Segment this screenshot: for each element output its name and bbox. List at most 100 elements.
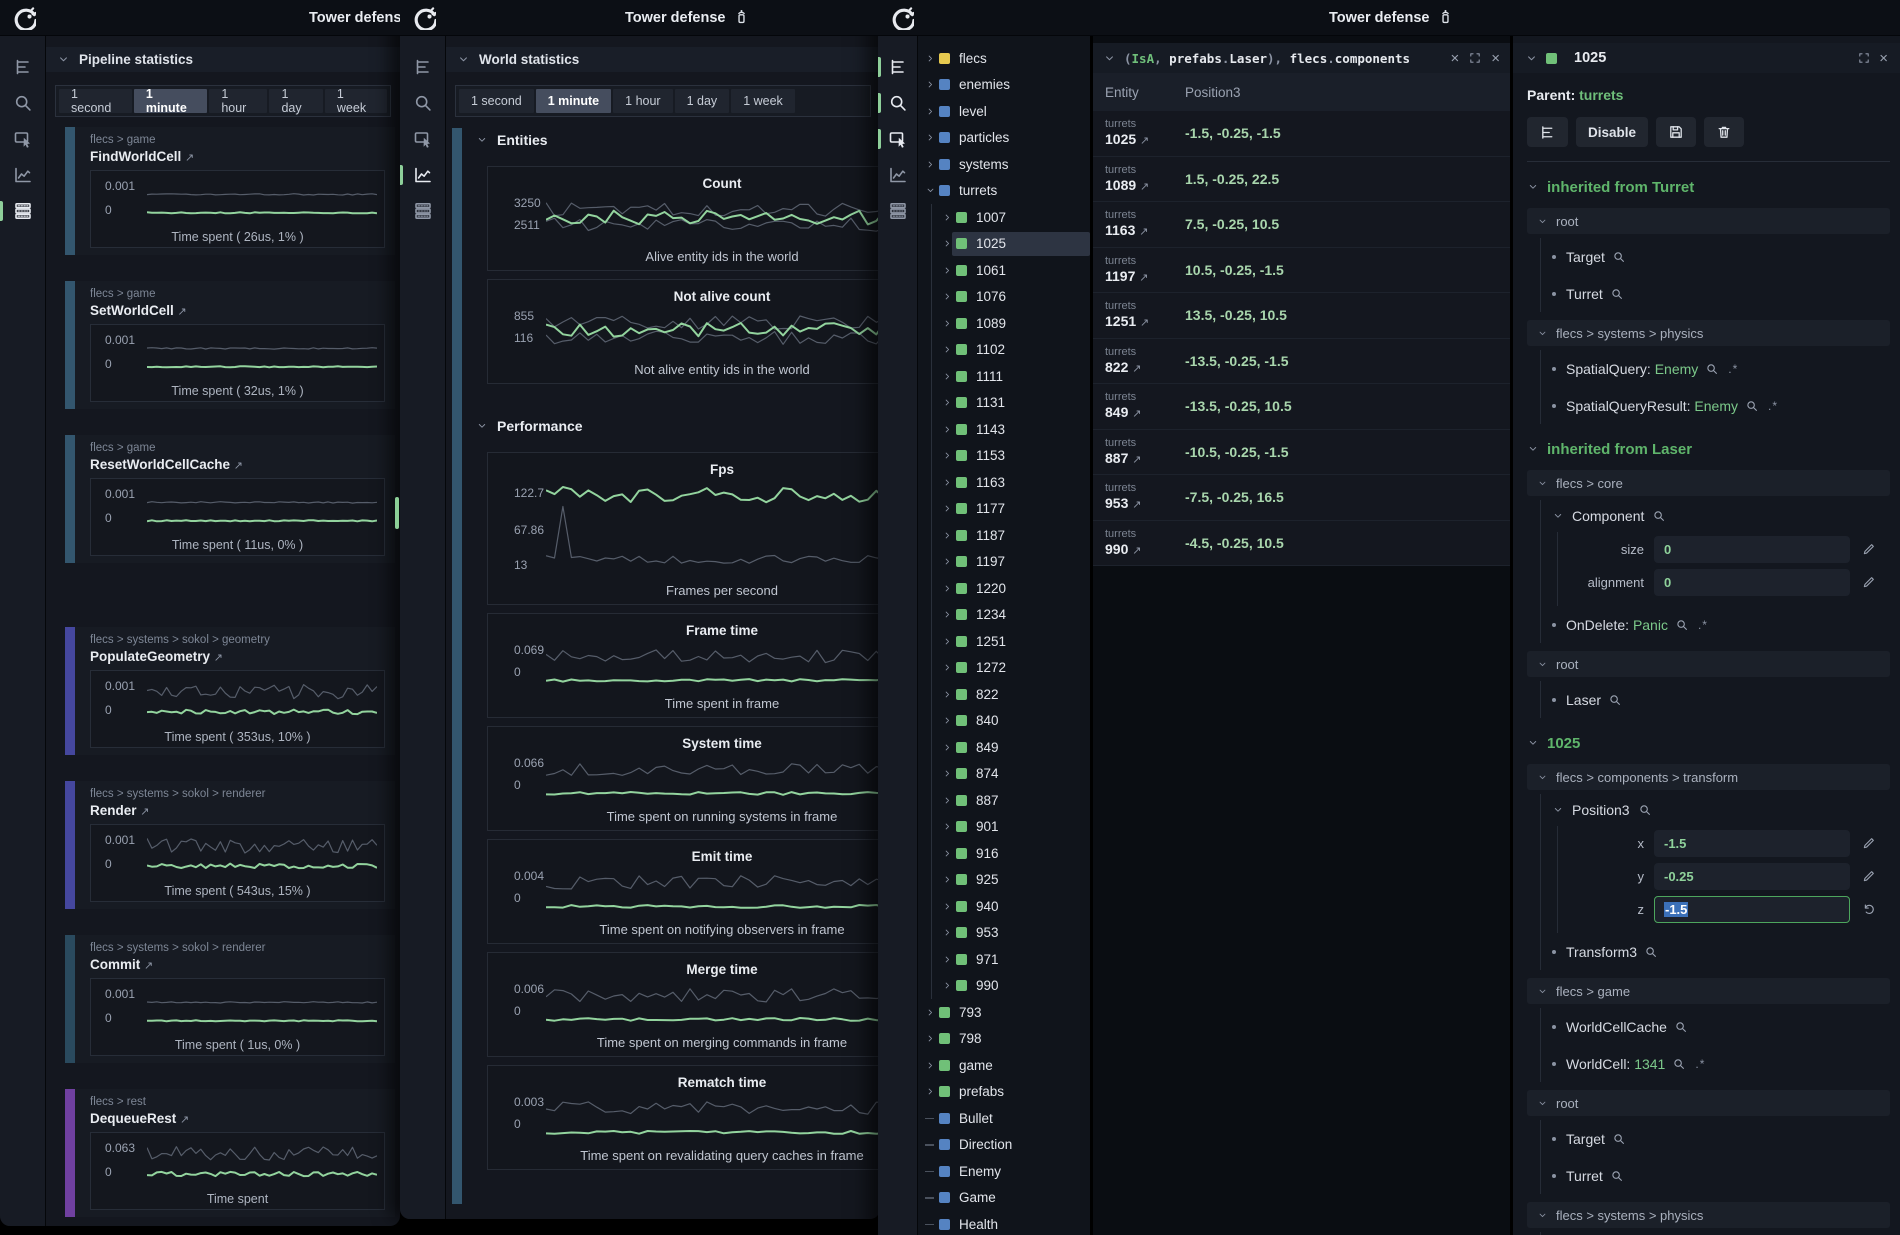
sidebar-search-button[interactable] — [878, 90, 917, 116]
field-input[interactable]: 0 — [1654, 536, 1850, 563]
external-link-icon[interactable]: ↗ — [1140, 181, 1149, 193]
external-link-icon[interactable]: ↗ — [144, 960, 153, 972]
fullscreen-icon[interactable] — [1857, 51, 1871, 65]
sidebar-chart-button[interactable] — [400, 162, 445, 188]
sidebar-outliner-button[interactable] — [0, 54, 45, 80]
close-icon[interactable]: × — [1879, 51, 1888, 66]
group-heading[interactable]: 1025 — [1527, 730, 1890, 756]
tree-item-822[interactable]: 822 — [918, 681, 1090, 708]
tree-item-793[interactable]: 793 — [918, 999, 1090, 1026]
tree-item-1163[interactable]: 1163 — [918, 469, 1090, 496]
component-section[interactable]: flecs > game — [1527, 978, 1890, 1004]
query-expression[interactable]: (IsA, prefabs.Laser), flecs.components — [1124, 51, 1442, 66]
tree-item-turrets[interactable]: turrets — [918, 178, 1090, 205]
tree-item-game[interactable]: game — [918, 1052, 1090, 1079]
tree-item-Enemy[interactable]: Enemy — [918, 1158, 1090, 1185]
tree-view-button[interactable] — [1527, 117, 1568, 147]
field-input[interactable]: 0 — [1654, 569, 1850, 596]
tree-item-1234[interactable]: 1234 — [918, 602, 1090, 629]
external-link-icon[interactable]: ↗ — [1139, 272, 1148, 284]
external-link-icon[interactable]: ↗ — [178, 306, 187, 318]
undo-icon[interactable] — [1862, 902, 1876, 916]
pair-WorldCell[interactable]: WorldCell: 1341.* — [1552, 1045, 1890, 1082]
stat-title[interactable]: PopulateGeometry ↗ — [90, 649, 385, 664]
entity-id[interactable]: 822 ↗ — [1105, 359, 1185, 376]
tree-item-1089[interactable]: 1089 — [918, 310, 1090, 337]
external-link-icon[interactable]: ↗ — [1132, 408, 1141, 420]
external-link-icon[interactable]: ↗ — [1132, 545, 1141, 557]
tree-item-840[interactable]: 840 — [918, 708, 1090, 735]
query-row-1251[interactable]: turrets1251 ↗13.5, -0.25, 10.5 — [1093, 293, 1510, 339]
tree-item-916[interactable]: 916 — [918, 840, 1090, 867]
external-link-icon[interactable]: ↗ — [1132, 499, 1141, 511]
query-row-887[interactable]: turrets887 ↗-10.5, -0.25, -1.5 — [1093, 430, 1510, 476]
tree-item-Health[interactable]: Health — [918, 1211, 1090, 1235]
component-header[interactable]: Position3 — [1552, 794, 1890, 826]
sidebar-outliner-button[interactable] — [878, 54, 917, 80]
clear-query-icon[interactable]: × — [1450, 51, 1459, 66]
tree-item-level[interactable]: level — [918, 98, 1090, 125]
query-row-1197[interactable]: turrets1197 ↗10.5, -0.25, -1.5 — [1093, 248, 1510, 294]
tree-item-798[interactable]: 798 — [918, 1026, 1090, 1053]
field-input[interactable]: -1.5 — [1654, 896, 1850, 923]
sidebar-search-button[interactable] — [0, 90, 45, 116]
query-row-953[interactable]: turrets953 ↗-7.5, -0.25, 16.5 — [1093, 475, 1510, 521]
tree-item-1187[interactable]: 1187 — [918, 522, 1090, 549]
delete-button[interactable] — [1704, 117, 1744, 147]
group-heading[interactable]: inherited from Turret — [1527, 174, 1890, 200]
tag-Turret[interactable]: Turret — [1552, 275, 1890, 312]
tree-item-Game[interactable]: Game — [918, 1185, 1090, 1212]
time-button-1-minute[interactable]: 1 minute — [536, 89, 611, 113]
component-header[interactable]: Component — [1552, 500, 1890, 532]
chevron-down-icon[interactable] — [1525, 52, 1538, 65]
tree-item-1251[interactable]: 1251 — [918, 628, 1090, 655]
save-button[interactable] — [1656, 117, 1696, 147]
time-button-1-second[interactable]: 1 second — [459, 89, 534, 113]
tag-Laser[interactable]: Laser — [1552, 681, 1890, 718]
stat-title[interactable]: FindWorldCell ↗ — [90, 149, 385, 164]
group-heading[interactable]: inherited from Laser — [1527, 436, 1890, 462]
sidebar-chart-button[interactable] — [878, 162, 917, 188]
external-link-icon[interactable]: ↗ — [214, 652, 223, 664]
query-row-1089[interactable]: turrets1089 ↗1.5, -0.25, 22.5 — [1093, 157, 1510, 203]
entity-id[interactable]: 1197 ↗ — [1105, 268, 1185, 285]
section-header-Entities[interactable]: Entities — [476, 128, 880, 152]
query-row-990[interactable]: turrets990 ↗-4.5, -0.25, 10.5 — [1093, 521, 1510, 567]
tree-item-990[interactable]: 990 — [918, 973, 1090, 1000]
component-section[interactable]: flecs > core — [1527, 470, 1890, 496]
sidebar-inspect-button[interactable] — [400, 126, 445, 152]
component-section[interactable]: flecs > components > transform — [1527, 764, 1890, 790]
tree-item-901[interactable]: 901 — [918, 814, 1090, 841]
section-header-Performance[interactable]: Performance — [476, 414, 880, 438]
tree-item-925[interactable]: 925 — [918, 867, 1090, 894]
external-link-icon[interactable]: ↗ — [234, 460, 243, 472]
tree-item-1076[interactable]: 1076 — [918, 284, 1090, 311]
component-section[interactable]: root — [1527, 208, 1890, 234]
stat-title[interactable]: SetWorldCell ↗ — [90, 303, 385, 318]
entity-id[interactable]: 1089 ↗ — [1105, 177, 1185, 194]
fullscreen-icon[interactable] — [1468, 51, 1482, 65]
tree-item-971[interactable]: 971 — [918, 946, 1090, 973]
tree-item-1131[interactable]: 1131 — [918, 390, 1090, 417]
sidebar-search-button[interactable] — [400, 90, 445, 116]
pair-OnDelete[interactable]: OnDelete: Panic.* — [1552, 606, 1890, 643]
pipeline-panel-header[interactable]: Pipeline statistics — [46, 47, 400, 72]
tree-item-enemies[interactable]: enemies — [918, 72, 1090, 99]
entity-id[interactable]: 990 ↗ — [1105, 541, 1185, 558]
entity-id[interactable]: 1025 ↗ — [1105, 131, 1185, 148]
query-row-822[interactable]: turrets822 ↗-13.5, -0.25, -1.5 — [1093, 339, 1510, 385]
pair-SpatialQuery[interactable]: SpatialQuery: Enemy.* — [1552, 350, 1890, 387]
tag-Transform3[interactable]: Transform3 — [1552, 933, 1890, 970]
component-section[interactable]: root — [1527, 1090, 1890, 1116]
stat-title[interactable]: Render ↗ — [90, 803, 385, 818]
tree-item-1061[interactable]: 1061 — [918, 257, 1090, 284]
time-button-1-week[interactable]: 1 week — [731, 89, 795, 113]
tag-Target[interactable]: Target — [1552, 1120, 1890, 1157]
chevron-down-icon[interactable] — [1103, 52, 1116, 65]
query-row-849[interactable]: turrets849 ↗-13.5, -0.25, 10.5 — [1093, 384, 1510, 430]
stat-title[interactable]: ResetWorldCellCache ↗ — [90, 457, 385, 472]
tree-item-1197[interactable]: 1197 — [918, 549, 1090, 576]
tag-WorldCellCache[interactable]: WorldCellCache — [1552, 1008, 1890, 1045]
component-section[interactable]: flecs > systems > physics — [1527, 320, 1890, 346]
tree-item-1007[interactable]: 1007 — [918, 204, 1090, 231]
